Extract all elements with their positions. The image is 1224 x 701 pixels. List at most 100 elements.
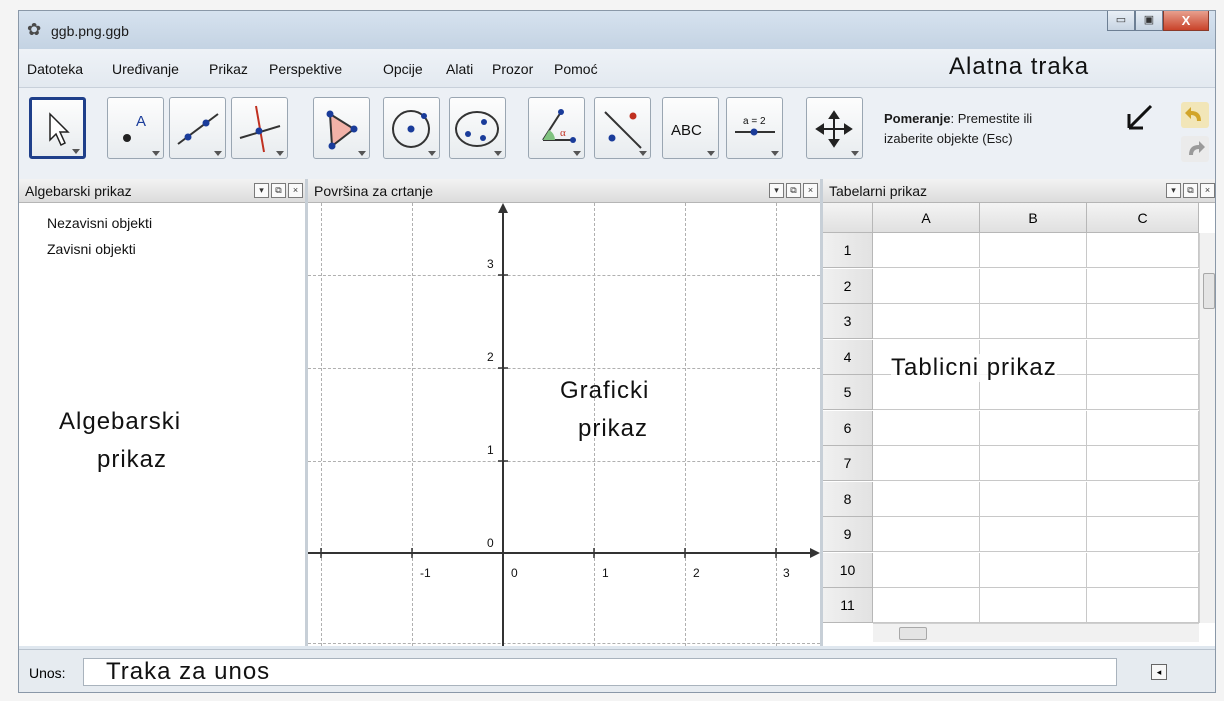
spreadsheet-cell[interactable] [873,410,980,446]
tool-dropdown-icon [428,151,436,156]
menu-view[interactable]: Prikaz [209,61,248,77]
spreadsheet-cell[interactable] [873,268,980,304]
spreadsheet-cell[interactable] [1087,552,1199,588]
row-header[interactable]: 11 [823,588,873,623]
graphics-view-title: Površina za crtanje [314,183,434,199]
horizontal-scrollbar[interactable] [873,623,1199,642]
redo-button[interactable] [1181,136,1209,162]
undock-icon[interactable]: ⧉ [271,183,286,198]
column-header[interactable]: A [873,203,980,233]
slider-tool-button[interactable]: a = 2 [726,97,783,159]
row-header[interactable]: 7 [823,446,873,481]
algebra-view[interactable]: Nezavisni objekti Zavisni objekti Algeba… [19,203,305,646]
menu-window[interactable]: Prozor [492,61,533,77]
spreadsheet-cell[interactable] [873,304,980,339]
conic-tool-button[interactable] [449,97,506,159]
spreadsheet-cell[interactable] [873,233,980,268]
spreadsheet-cell[interactable] [980,410,1087,446]
spreadsheet-cell[interactable] [1087,375,1199,410]
close-view-icon[interactable]: × [1200,183,1215,198]
menu-help[interactable]: Pomoć [554,61,598,77]
spreadsheet-cell[interactable] [1087,233,1199,268]
row-header[interactable]: 3 [823,304,873,339]
spreadsheet-cell[interactable] [980,588,1087,623]
circle-tool-button[interactable] [383,97,440,159]
point-tool-button[interactable]: A [107,97,164,159]
vertical-scroll-thumb[interactable] [1203,273,1215,309]
spreadsheet-cell[interactable] [980,233,1087,268]
toolbar: A α ABC a = 2 Pomeranje: Premestite ili … [19,88,1215,181]
spreadsheet-cell[interactable] [1087,446,1199,481]
view-menu-icon[interactable]: ▾ [1166,183,1181,198]
row-header[interactable]: 8 [823,481,873,517]
tool-dropdown-icon [276,151,284,156]
undock-icon[interactable]: ⧉ [1183,183,1198,198]
input-field[interactable]: Traka za unos [83,658,1117,686]
close-view-icon[interactable]: × [803,183,818,198]
spreadsheet-cell[interactable] [1087,304,1199,339]
undo-button[interactable] [1181,102,1209,128]
spreadsheet-cell[interactable] [873,446,980,481]
input-help-icon[interactable]: ◂ [1151,664,1167,680]
spreadsheet-cell[interactable] [1087,268,1199,304]
input-annotation: Traka za unos [106,658,271,685]
perpendicular-line-tool-button[interactable] [231,97,288,159]
row-header[interactable]: 5 [823,375,873,410]
column-header[interactable]: B [980,203,1087,233]
menu-file[interactable]: Datoteka [27,61,83,77]
graphics-view[interactable]: -1 0 1 2 3 3 2 1 0 Graficki prikaz [308,203,820,646]
geogebra-window: ✿ ggb.png.ggb ▭ ▣ X Datoteka Uređivanje … [18,10,1216,693]
view-menu-icon[interactable]: ▾ [769,183,784,198]
move-view-tool-button[interactable] [806,97,863,159]
spreadsheet-cell[interactable] [980,304,1087,339]
spreadsheet-cell[interactable] [980,446,1087,481]
input-bar: Unos: Traka za unos ◂ [19,649,1215,692]
view-menu-icon[interactable]: ▾ [254,183,269,198]
corner-cell[interactable] [823,203,873,233]
horizontal-scroll-thumb[interactable] [899,627,927,640]
spreadsheet-cell[interactable] [1087,517,1199,552]
close-view-icon[interactable]: × [288,183,303,198]
spreadsheet-cell[interactable] [873,517,980,552]
row-header[interactable]: 1 [823,233,873,268]
reflect-tool-button[interactable] [594,97,651,159]
row-header[interactable]: 6 [823,410,873,446]
graphics-annotation-line1: Graficki [560,377,650,404]
angle-tool-button[interactable]: α [528,97,585,159]
close-button[interactable]: X [1163,11,1209,31]
row-header[interactable]: 4 [823,339,873,375]
spreadsheet-cell[interactable] [873,588,980,623]
vertical-scrollbar[interactable] [1199,233,1215,623]
spreadsheet-cell[interactable] [873,481,980,517]
maximize-button[interactable]: ▣ [1135,11,1163,31]
menu-tools[interactable]: Alati [446,61,473,77]
dependent-objects-node[interactable]: Zavisni objekti [47,241,136,257]
spreadsheet-cell[interactable] [980,517,1087,552]
spreadsheet-cell[interactable] [873,552,980,588]
menu-perspectives[interactable]: Perspektive [269,61,342,77]
spreadsheet-cell[interactable] [1087,339,1199,375]
spreadsheet-cell[interactable] [1087,481,1199,517]
row-header[interactable]: 10 [823,552,873,588]
coordinate-axes [308,203,820,646]
spreadsheet-cell[interactable] [1087,410,1199,446]
menu-edit[interactable]: Uređivanje [112,61,179,77]
polygon-tool-button[interactable] [313,97,370,159]
menu-options[interactable]: Opcije [383,61,423,77]
spreadsheet-cell[interactable] [980,481,1087,517]
spreadsheet-cell[interactable] [980,268,1087,304]
line-tool-button[interactable] [169,97,226,159]
algebra-view-header: Algebarski prikaz ▾ ⧉ × [19,179,305,203]
move-tool-button[interactable] [29,97,86,159]
row-header[interactable]: 9 [823,517,873,552]
minimize-button[interactable]: ▭ [1107,11,1135,31]
spreadsheet-cell[interactable] [980,552,1087,588]
text-tool-button[interactable]: ABC [662,97,719,159]
tool-dropdown-icon [851,151,859,156]
independent-objects-node[interactable]: Nezavisni objekti [47,215,152,231]
column-header[interactable]: C [1087,203,1199,233]
row-header[interactable]: 2 [823,268,873,304]
spreadsheet-view[interactable]: A B C 1 2 3 4 5 6 7 8 9 10 11 Tablicni prikaz [823,203,1215,646]
spreadsheet-cell[interactable] [1087,588,1199,623]
undock-icon[interactable]: ⧉ [786,183,801,198]
